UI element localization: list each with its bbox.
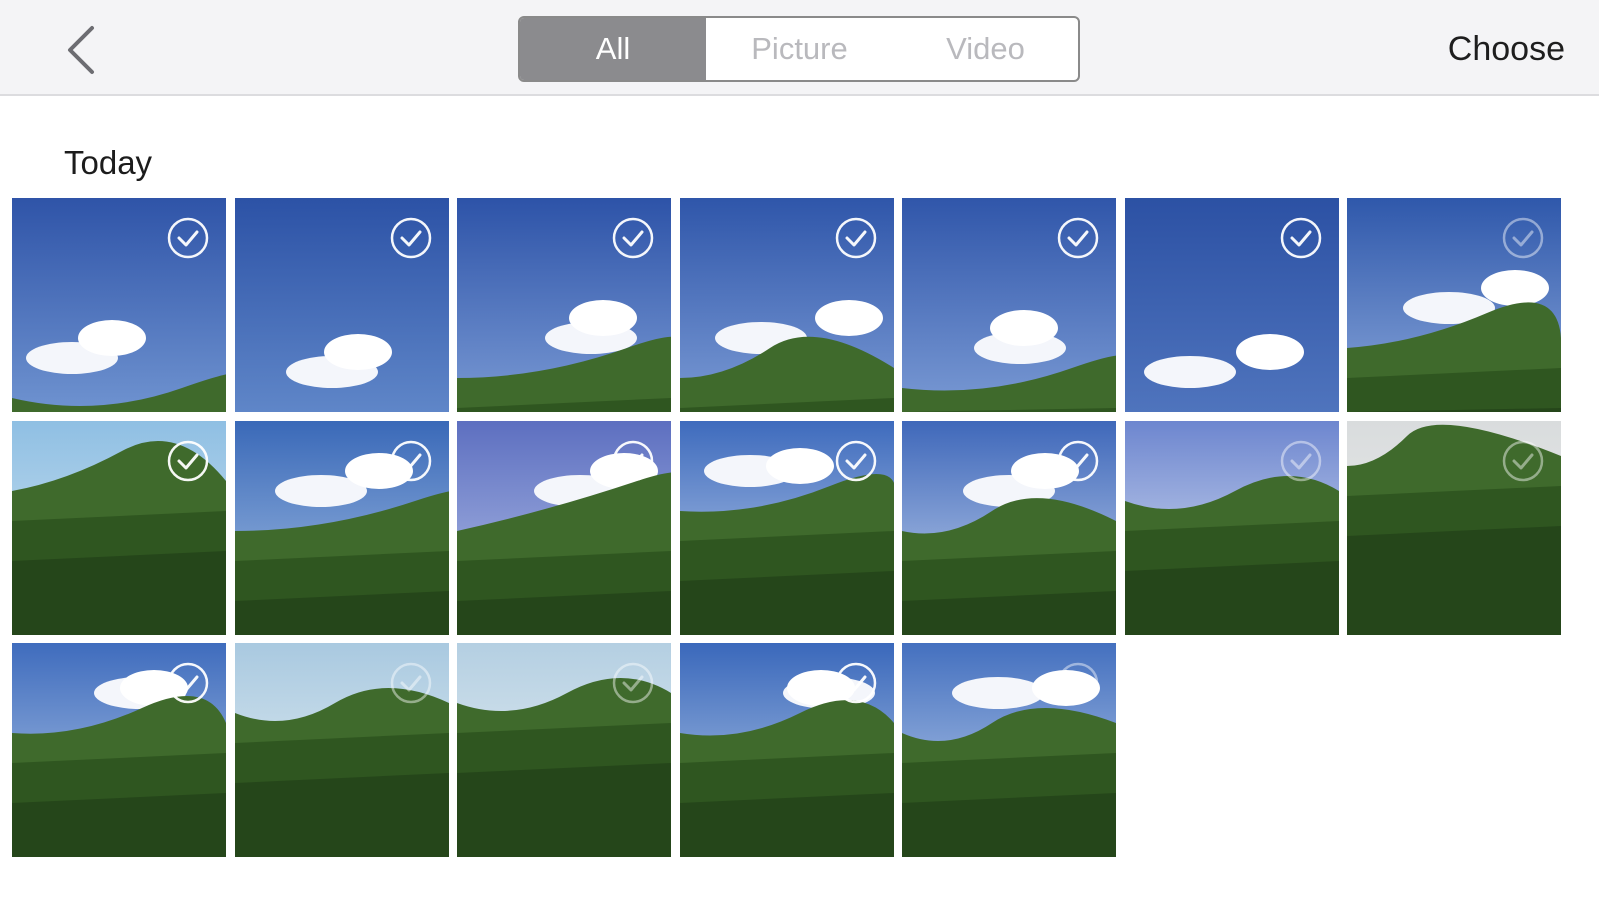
check-circle-icon[interactable]	[834, 439, 878, 483]
photo-thumbnail[interactable]	[902, 198, 1116, 412]
photo-thumbnail[interactable]	[234, 420, 449, 635]
check-circle-icon[interactable]	[166, 439, 210, 483]
photo-thumbnail[interactable]	[12, 198, 226, 412]
check-circle-icon[interactable]	[1279, 439, 1323, 483]
back-button[interactable]	[58, 22, 108, 78]
check-circle-icon[interactable]	[611, 216, 655, 260]
check-circle-icon[interactable]	[611, 439, 655, 483]
tab-all[interactable]: All	[520, 18, 706, 80]
check-circle-icon[interactable]	[1279, 216, 1323, 260]
check-circle-icon[interactable]	[1501, 439, 1545, 483]
check-circle-icon[interactable]	[389, 439, 433, 483]
chevron-left-icon	[58, 22, 108, 78]
photo-thumbnail[interactable]	[12, 643, 226, 857]
photo-thumbnail[interactable]	[457, 643, 671, 857]
choose-button[interactable]: Choose	[1448, 30, 1565, 69]
check-circle-icon[interactable]	[834, 216, 878, 260]
check-circle-icon[interactable]	[389, 661, 433, 705]
media-type-filter: All Picture Video	[518, 16, 1080, 82]
tab-video[interactable]: Video	[893, 18, 1078, 80]
check-circle-icon[interactable]	[834, 661, 878, 705]
photo-thumbnail[interactable]	[1347, 420, 1561, 635]
photo-thumbnail[interactable]	[12, 420, 226, 635]
check-circle-icon[interactable]	[166, 216, 210, 260]
photo-thumbnail[interactable]	[679, 420, 894, 635]
photo-thumbnail[interactable]	[679, 643, 894, 857]
check-circle-icon[interactable]	[1056, 216, 1100, 260]
section-title: Today	[64, 144, 153, 181]
check-circle-icon[interactable]	[389, 216, 433, 260]
check-circle-icon[interactable]	[166, 661, 210, 705]
photo-thumbnail[interactable]	[679, 198, 894, 412]
photo-thumbnail[interactable]	[234, 198, 449, 412]
photo-thumbnail[interactable]	[1347, 198, 1561, 412]
check-circle-icon[interactable]	[1056, 439, 1100, 483]
check-circle-icon[interactable]	[611, 661, 655, 705]
check-circle-icon[interactable]	[1056, 661, 1100, 705]
photo-thumbnail[interactable]	[1124, 198, 1339, 412]
photo-thumbnail[interactable]	[902, 643, 1116, 857]
photo-thumbnail[interactable]	[902, 420, 1116, 635]
photo-thumbnail[interactable]	[1124, 420, 1339, 635]
photo-thumbnail[interactable]	[457, 420, 671, 635]
photo-thumbnail[interactable]	[234, 643, 449, 857]
top-bar: All Picture Video Choose	[0, 0, 1599, 96]
tab-picture[interactable]: Picture	[706, 18, 893, 80]
check-circle-icon[interactable]	[1501, 216, 1545, 260]
photo-thumbnail[interactable]	[457, 198, 671, 412]
